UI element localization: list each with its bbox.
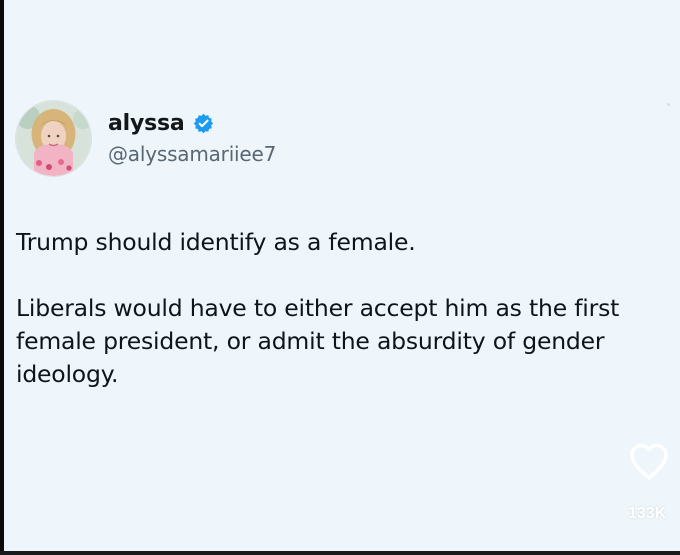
display-name[interactable]: alyssa [108, 112, 185, 135]
left-border [0, 0, 4, 555]
tweet-paragraph: Liberals would have to either accept him… [16, 294, 620, 388]
tweet-text: Trump should identify as a female. Liber… [16, 226, 646, 391]
bottom-border [0, 551, 680, 555]
author-identity: alyssa @alyssamariiee7 [108, 111, 276, 166]
heart-icon[interactable] [627, 441, 671, 483]
author-handle[interactable]: @alyssamariiee7 [108, 142, 276, 166]
verified-badge-icon [192, 112, 215, 135]
tweet-header: alyssa @alyssamariiee7 [15, 100, 276, 177]
edge-artifact [667, 103, 670, 106]
name-row: alyssa [108, 112, 276, 135]
like-count: 133K [628, 505, 667, 522]
avatar-icon[interactable] [15, 100, 92, 177]
tweet-paragraph: Trump should identify as a female. [16, 228, 416, 256]
